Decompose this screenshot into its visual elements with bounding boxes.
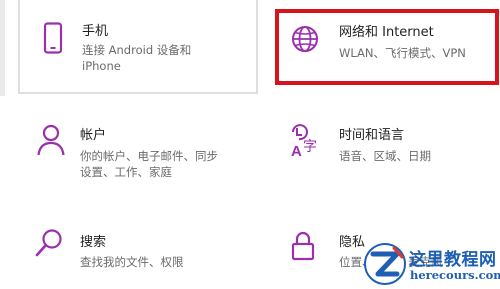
previous-tile-edge [0, 0, 5, 96]
tile-title: 搜索 [80, 235, 107, 250]
tile-title: 隐私 [339, 235, 366, 250]
globe-icon [290, 23, 320, 55]
tile-description: 连接 Android 设备和 iPhone [82, 43, 192, 73]
tile-title: 时间和语言 [339, 128, 405, 143]
watermark-logo-icon [364, 243, 406, 285]
lock-icon [288, 230, 318, 262]
tile-description: WLAN、飞行模式、VPN [339, 46, 466, 60]
svg-text:A: A [291, 143, 302, 158]
svg-text:字: 字 [303, 139, 317, 155]
tile-description: 语音、区域、日期 [339, 149, 431, 163]
tile-title: 网络和 Internet [339, 25, 434, 40]
settings-tile-time-language[interactable]: A 字 时间和语言 语音、区域、日期 [275, 114, 499, 194]
person-icon [36, 124, 66, 156]
tile-description: 查找我的文件、权限 [80, 255, 184, 269]
phone-icon [38, 22, 68, 54]
settings-tile-accounts[interactable]: 帐户 你的帐户、电子邮件、同步 设置、工作、家庭 [18, 114, 258, 194]
tile-description: 你的帐户、电子邮件、同步 设置、工作、家庭 [80, 149, 218, 179]
watermark-url: herecours.com [410, 268, 500, 282]
watermark-title: 这里教程网 [409, 250, 497, 270]
settings-tile-network-internet[interactable]: 网络和 Internet WLAN、飞行模式、VPN [275, 9, 499, 85]
time-language-icon: A 字 [290, 124, 324, 158]
tile-title: 帐户 [80, 128, 107, 143]
settings-tile-search[interactable]: 搜索 查找我的文件、权限 [18, 218, 258, 287]
tile-title: 手机 [82, 24, 109, 39]
search-icon [34, 228, 64, 260]
watermark: 这里教程网 herecours.com [364, 241, 500, 287]
settings-tile-phone[interactable]: 手机 连接 Android 设备和 iPhone [18, 0, 258, 94]
